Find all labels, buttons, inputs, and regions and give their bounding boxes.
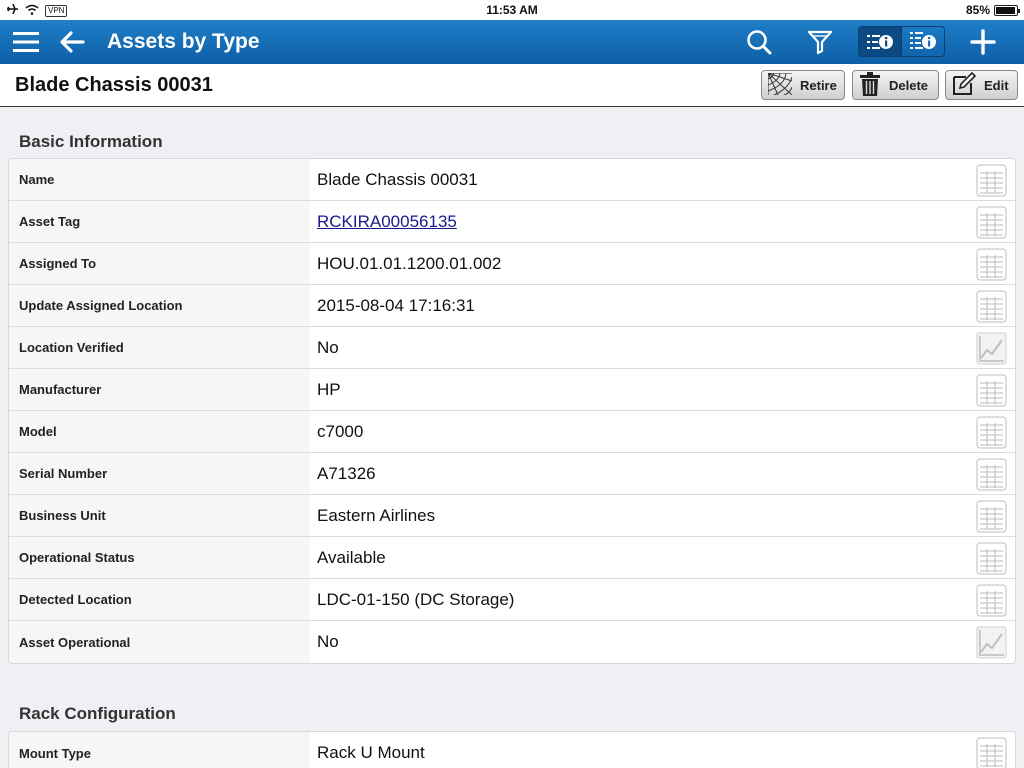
field-row: Asset Operational No bbox=[9, 621, 1015, 663]
section-title-rack-configuration: Rack Configuration bbox=[19, 704, 176, 723]
page-title: Assets by Type bbox=[107, 30, 260, 53]
chart-icon[interactable] bbox=[976, 332, 1007, 365]
status-bar: VPN 11:53 AM 85% bbox=[0, 0, 1024, 20]
list-info-icon[interactable] bbox=[859, 27, 901, 56]
detail-info-icon[interactable] bbox=[901, 27, 944, 56]
grid-icon[interactable] bbox=[976, 416, 1007, 449]
grid-icon[interactable] bbox=[976, 206, 1007, 239]
field-value: c7000 bbox=[317, 421, 364, 441]
field-row: Asset Tag RCKIRA00056135 bbox=[9, 201, 1015, 243]
add-icon[interactable] bbox=[965, 24, 1001, 60]
clock: 11:53 AM bbox=[486, 3, 538, 17]
field-label: Location Verified bbox=[9, 327, 310, 368]
field-row: Mount Type Rack U Mount bbox=[9, 732, 1015, 768]
field-label: Update Assigned Location bbox=[9, 285, 310, 326]
field-value: LDC-01-150 (DC Storage) bbox=[317, 589, 515, 609]
retire-button[interactable]: Retire bbox=[761, 70, 845, 100]
field-row: Business Unit Eastern Airlines bbox=[9, 495, 1015, 537]
rack-configuration-panel: Mount Type Rack U Mount bbox=[8, 731, 1016, 768]
field-value: No bbox=[317, 337, 339, 357]
battery-fill bbox=[996, 6, 1015, 14]
asset-tag-link[interactable]: RCKIRA00056135 bbox=[317, 201, 457, 242]
field-value: Rack U Mount bbox=[317, 743, 425, 762]
grid-icon[interactable] bbox=[976, 164, 1007, 197]
chart-icon[interactable] bbox=[976, 626, 1007, 659]
grid-icon[interactable] bbox=[976, 500, 1007, 533]
field-row: Update Assigned Location 2015-08-04 17:16… bbox=[9, 285, 1015, 327]
grid-icon[interactable] bbox=[976, 737, 1007, 768]
field-label: Asset Operational bbox=[9, 621, 310, 663]
field-value: A71326 bbox=[317, 463, 376, 483]
field-value: No bbox=[317, 632, 339, 651]
back-arrow-icon[interactable] bbox=[54, 24, 90, 60]
grid-icon[interactable] bbox=[976, 458, 1007, 491]
field-value: Blade Chassis 00031 bbox=[317, 169, 478, 189]
field-row: Name Blade Chassis 00031 bbox=[9, 159, 1015, 201]
cobweb-icon bbox=[767, 72, 793, 98]
field-label: Manufacturer bbox=[9, 369, 310, 410]
field-row: Location Verified No bbox=[9, 327, 1015, 369]
view-mode-toggle bbox=[858, 26, 945, 57]
edit-pencil-icon bbox=[952, 71, 977, 99]
delete-button[interactable]: Delete bbox=[852, 70, 939, 100]
basic-information-panel: Name Blade Chassis 00031 Asset Tag RCKIRA00… bbox=[8, 158, 1016, 664]
grid-icon[interactable] bbox=[976, 542, 1007, 575]
grid-icon[interactable] bbox=[976, 290, 1007, 323]
field-label: Serial Number bbox=[9, 453, 310, 494]
record-header: Blade Chassis 00031 Retire Delete Edit bbox=[0, 64, 1024, 107]
field-value: Eastern Airlines bbox=[317, 505, 436, 525]
field-row: Manufacturer HP bbox=[9, 369, 1015, 411]
edit-label: Edit bbox=[984, 77, 1009, 93]
trash-icon bbox=[859, 71, 881, 99]
field-label: Detected Location bbox=[9, 579, 310, 620]
grid-icon[interactable] bbox=[976, 584, 1007, 617]
navigation-bar: Assets by Type bbox=[0, 20, 1024, 64]
field-value: HOU.01.01.1200.01.002 bbox=[317, 253, 502, 273]
filter-icon[interactable] bbox=[802, 24, 838, 60]
field-value: 2015-08-04 17:16:31 bbox=[317, 295, 475, 315]
field-row: Operational Status Available bbox=[9, 537, 1015, 579]
field-row: Assigned To HOU.01.01.1200.01.002 bbox=[9, 243, 1015, 285]
field-row: Model c7000 bbox=[9, 411, 1015, 453]
field-label: Name bbox=[9, 159, 310, 200]
field-value: Available bbox=[317, 547, 386, 567]
delete-label: Delete bbox=[889, 77, 929, 93]
field-label: Asset Tag bbox=[9, 201, 310, 242]
field-row: Detected Location LDC-01-150 (DC Storage) bbox=[9, 579, 1015, 621]
field-label: Operational Status bbox=[9, 537, 310, 578]
edit-button[interactable]: Edit bbox=[945, 70, 1018, 100]
field-label: Assigned To bbox=[9, 243, 310, 284]
field-label: Mount Type bbox=[9, 732, 310, 768]
grid-icon[interactable] bbox=[976, 374, 1007, 407]
grid-icon[interactable] bbox=[976, 248, 1007, 281]
retire-label: Retire bbox=[800, 77, 837, 93]
battery-percent: 85% bbox=[965, 3, 990, 17]
field-value: HP bbox=[317, 379, 341, 399]
field-label: Model bbox=[9, 411, 310, 452]
menu-icon[interactable] bbox=[8, 24, 44, 60]
record-title: Blade Chassis 00031 bbox=[15, 74, 213, 96]
field-row: Serial Number A71326 bbox=[9, 453, 1015, 495]
battery-icon bbox=[994, 4, 1020, 16]
section-title-basic-information: Basic Information bbox=[19, 132, 163, 151]
search-icon[interactable] bbox=[741, 24, 777, 60]
field-label: Business Unit bbox=[9, 495, 310, 536]
